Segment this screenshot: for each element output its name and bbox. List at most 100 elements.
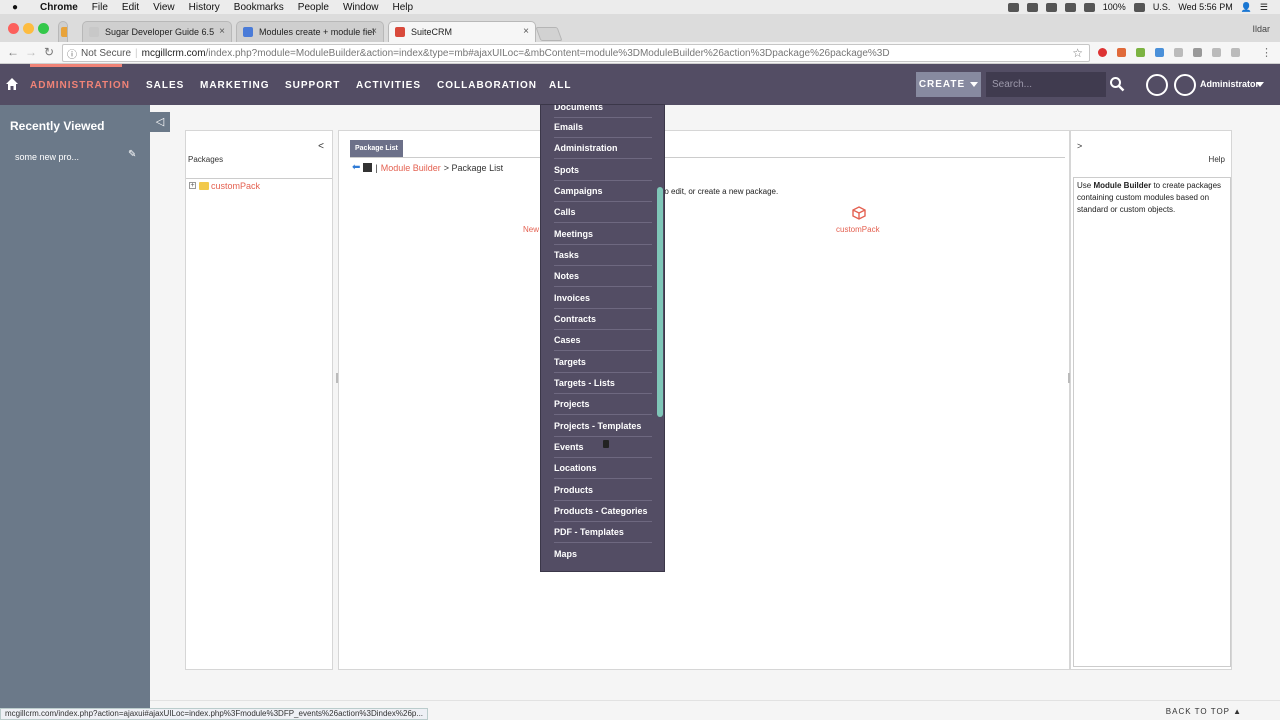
menu-item-products-categories[interactable]: Products - Categories	[554, 501, 652, 522]
minimize-window-icon[interactable]	[23, 23, 34, 34]
pinned-tab[interactable]	[58, 21, 68, 42]
menu-window[interactable]: Window	[343, 2, 379, 13]
breadcrumb-module-builder[interactable]: Module Builder	[381, 163, 441, 173]
package-icon[interactable]	[852, 206, 866, 220]
tray-icon[interactable]	[1026, 2, 1038, 12]
tab-package-list[interactable]: Package List	[350, 140, 403, 157]
clock[interactable]: Wed 5:56 PM	[1178, 2, 1232, 12]
opera-extension-icon[interactable]	[1098, 48, 1107, 57]
recently-viewed-item[interactable]: some new pro...	[15, 152, 79, 162]
menu-item-campaigns[interactable]: Campaigns	[554, 181, 652, 202]
address-bar[interactable]: ⓘ Not Secure | mcgillcrm.com/index.php?m…	[62, 44, 1090, 62]
close-tab-icon[interactable]: ×	[371, 26, 377, 37]
nav-all[interactable]: ALL	[549, 80, 571, 91]
menu-item-cases[interactable]: Cases	[554, 330, 652, 351]
menu-item-targets[interactable]: Targets	[554, 352, 652, 373]
menu-item-tasks[interactable]: Tasks	[554, 245, 652, 266]
back-to-top-link[interactable]: BACK TO TOP ▲	[1166, 707, 1242, 716]
tab-modules-create[interactable]: Modules create + module fiel ×	[236, 21, 384, 42]
menu-item-projects[interactable]: Projects	[554, 394, 652, 415]
battery-percent[interactable]: 100%	[1103, 2, 1126, 12]
menu-item-documents[interactable]: Documents	[554, 105, 652, 118]
close-tab-icon[interactable]: ×	[219, 26, 225, 37]
list-icon[interactable]: ☰	[1260, 2, 1268, 13]
battery-icon[interactable]	[1133, 2, 1145, 12]
menu-people[interactable]: People	[298, 2, 329, 13]
menu-item-projects-templates[interactable]: Projects - Templates	[554, 416, 652, 437]
app-menu-chrome[interactable]: Chrome	[40, 2, 78, 13]
menu-history[interactable]: History	[189, 2, 220, 13]
nav-collaboration[interactable]: COLLABORATION	[437, 80, 537, 91]
menu-bookmarks[interactable]: Bookmarks	[234, 2, 284, 13]
nav-support[interactable]: SUPPORT	[285, 80, 340, 91]
tab-sugar-guide[interactable]: Sugar Developer Guide 6.5 ×	[82, 21, 232, 42]
user-menu-label[interactable]: Administrator	[1200, 79, 1259, 89]
tab-suitecrm[interactable]: SuiteCRM ×	[388, 21, 536, 42]
user-icon[interactable]: 👤	[1241, 2, 1252, 13]
forward-icon[interactable]: →	[25, 45, 37, 59]
reload-icon[interactable]: ↻	[44, 45, 54, 59]
menu-item-products[interactable]: Products	[554, 480, 652, 501]
close-window-icon[interactable]	[8, 23, 19, 34]
close-tab-icon[interactable]: ×	[523, 26, 529, 37]
back-arrow-icon[interactable]: ⬅	[352, 162, 360, 173]
menu-item-invoices[interactable]: Invoices	[554, 288, 652, 309]
nav-marketing[interactable]: MARKETING	[200, 80, 270, 91]
package-custompack[interactable]: customPack	[836, 225, 880, 234]
menu-file[interactable]: File	[92, 2, 108, 13]
nav-administration[interactable]: ADMINISTRATION	[30, 80, 130, 91]
expand-tree-icon[interactable]: +	[189, 182, 196, 189]
new-tab-button[interactable]	[535, 27, 563, 41]
url-text[interactable]: mcgillcrm.com/index.php?module=ModuleBui…	[142, 48, 890, 59]
panel-splitter[interactable]	[336, 373, 338, 383]
menu-item-notes[interactable]: Notes	[554, 266, 652, 287]
chrome-menu-icon[interactable]: ⋮	[1261, 46, 1272, 59]
panel-splitter[interactable]	[1068, 373, 1070, 383]
volume-icon[interactable]	[1083, 2, 1095, 12]
menu-help[interactable]: Help	[393, 2, 414, 13]
extension-icon[interactable]	[1136, 48, 1145, 57]
zoom-window-icon[interactable]	[38, 23, 49, 34]
nav-activities[interactable]: ACTIVITIES	[356, 80, 421, 91]
menu-item-targets-lists[interactable]: Targets - Lists	[554, 373, 652, 394]
menu-item-locations[interactable]: Locations	[554, 458, 652, 479]
menu-item-meetings[interactable]: Meetings	[554, 224, 652, 245]
menu-item-spots[interactable]: Spots	[554, 160, 652, 181]
info-icon[interactable]: ⓘ	[67, 46, 77, 61]
menu-edit[interactable]: Edit	[122, 2, 139, 13]
notifications-bell-icon[interactable]	[1146, 74, 1168, 96]
input-locale[interactable]: U.S.	[1153, 2, 1171, 12]
menu-item-emails[interactable]: Emails	[554, 117, 652, 138]
create-button[interactable]: CREATE	[916, 72, 981, 97]
menu-item-maps[interactable]: Maps	[554, 544, 652, 565]
extension-icon[interactable]	[1212, 48, 1221, 57]
new-package-link[interactable]: New	[523, 225, 539, 234]
shield-extension-icon[interactable]	[1117, 48, 1126, 57]
user-avatar-icon[interactable]	[1174, 74, 1196, 96]
nav-sales[interactable]: SALES	[146, 80, 184, 91]
bookmark-star-icon[interactable]: ☆	[1072, 46, 1083, 60]
collapse-sidebar-button[interactable]: ◁	[150, 112, 170, 132]
extension-icon[interactable]	[1174, 48, 1183, 57]
tray-icon[interactable]	[1007, 2, 1019, 12]
tree-item-custompack[interactable]: customPack	[211, 181, 260, 191]
expand-panel-button[interactable]: >	[1077, 141, 1082, 151]
tray-icon[interactable]	[1045, 2, 1057, 12]
user-caret-icon[interactable]	[1256, 82, 1264, 87]
edit-pencil-icon[interactable]: ✎	[128, 149, 136, 160]
extension-icon[interactable]	[1155, 48, 1164, 57]
extension-icon[interactable]	[1193, 48, 1202, 57]
menu-item-contracts[interactable]: Contracts	[554, 309, 652, 330]
menu-item-administration[interactable]: Administration	[554, 138, 652, 159]
menu-view[interactable]: View	[153, 2, 175, 13]
dropdown-scrollbar[interactable]	[657, 187, 663, 417]
menu-item-pdf-templates[interactable]: PDF - Templates	[554, 522, 652, 543]
back-icon[interactable]: ←	[7, 45, 19, 59]
collapse-panel-button[interactable]: <	[318, 141, 324, 152]
wifi-icon[interactable]	[1064, 2, 1076, 12]
search-input[interactable]: Search...	[986, 72, 1106, 97]
home-icon[interactable]	[363, 163, 373, 172]
extension-icon[interactable]	[1231, 48, 1240, 57]
profile-name[interactable]: Ildar	[1252, 24, 1270, 34]
search-icon[interactable]	[1109, 76, 1125, 92]
